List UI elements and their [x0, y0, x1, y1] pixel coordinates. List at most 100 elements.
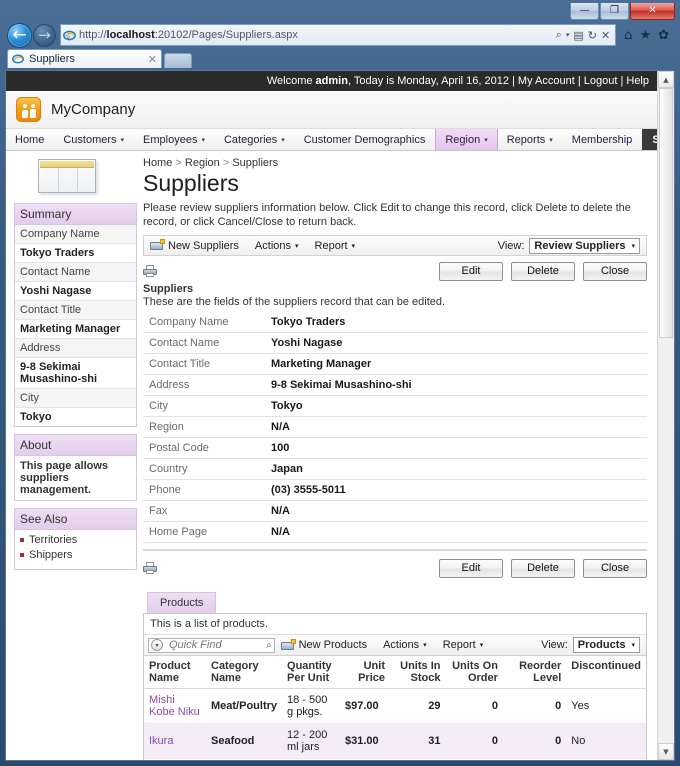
table-row: Contact Title Marketing Manager: [143, 353, 647, 375]
search-icon[interactable]: ⌕: [266, 640, 272, 651]
see-also-panel: See Also Territories Shippers: [14, 508, 137, 570]
home-icon[interactable]: ⌂: [624, 28, 632, 43]
column-header-units-on-order[interactable]: Units On Order: [445, 656, 503, 689]
products-toolbar: ▾ ⌕ New Products Actions ▾: [144, 635, 646, 656]
browser-tab[interactable]: Suppliers ✕: [7, 49, 162, 68]
products-view-dropdown[interactable]: Products ▾: [572, 637, 640, 653]
products-report-menu[interactable]: Report ▾: [435, 639, 492, 651]
compatibility-view-icon[interactable]: ▤: [573, 29, 583, 42]
scroll-up-button[interactable]: ▲: [658, 71, 674, 88]
column-header-discontinued[interactable]: Discontinued: [566, 656, 646, 689]
breadcrumb-item-home[interactable]: Home: [143, 157, 172, 169]
delete-button[interactable]: Delete: [511, 262, 575, 281]
forward-icon[interactable]: →: [33, 23, 56, 47]
product-link[interactable]: Ikura: [149, 735, 173, 747]
close-window-button[interactable]: ✕: [630, 3, 675, 20]
maximize-button[interactable]: ❐: [600, 3, 629, 20]
breadcrumb-item-region[interactable]: Region: [185, 157, 220, 169]
column-header-reorder-level[interactable]: Reorder Level: [502, 656, 567, 689]
column-header-unit-price[interactable]: Unit Price: [340, 656, 390, 689]
see-also-link: Shippers: [29, 549, 73, 561]
field-value: N/A: [265, 500, 647, 522]
product-link[interactable]: Mishi Kobe Niku: [149, 694, 200, 718]
nav-item-reports[interactable]: Reports ▾: [498, 129, 563, 150]
see-also-list: Territories Shippers: [15, 530, 136, 569]
new-record-icon: [280, 638, 296, 651]
back-icon[interactable]: ←: [7, 22, 32, 48]
delete-button[interactable]: Delete: [511, 559, 575, 578]
actions-label: Actions: [383, 639, 420, 651]
cell-product-name[interactable]: Ikura: [144, 723, 206, 759]
edit-button[interactable]: Edit: [439, 262, 503, 281]
scrollbar-thumb[interactable]: [659, 88, 673, 338]
table-row[interactable]: Mishi Kobe Niku Meat/Poultry 18 - 500 g …: [144, 688, 646, 724]
favorites-icon[interactable]: ★: [639, 28, 651, 43]
welcome-suffix: , Today is Monday, April 16, 2012 | My A…: [347, 75, 649, 87]
section-description: These are the fields of the suppliers re…: [143, 296, 446, 308]
column-header-product-name[interactable]: Product Name: [144, 656, 206, 689]
nav-item-home[interactable]: Home: [6, 129, 54, 150]
cell-product-name[interactable]: Longlife Tofu: [144, 758, 206, 760]
nav-item-membership[interactable]: Membership: [563, 129, 643, 150]
table-row[interactable]: Longlife Tofu Produce 5 kg pkg. $10.00 4…: [144, 758, 646, 760]
column-header-units-in-stock[interactable]: Units In Stock: [390, 656, 446, 689]
new-suppliers-button[interactable]: New Suppliers: [148, 239, 247, 252]
record-toolbar: New Suppliers Actions ▾ Report ▾ View: R…: [143, 235, 647, 256]
cell-product-name[interactable]: Mishi Kobe Niku: [144, 688, 206, 724]
field-label: Phone: [143, 479, 265, 501]
breadcrumb-item-suppliers[interactable]: Suppliers: [232, 157, 278, 169]
window-controls: — ❐ ✕: [569, 3, 675, 20]
summary-label: Contact Name: [15, 263, 136, 282]
print-icon[interactable]: [143, 265, 157, 277]
minimize-button[interactable]: —: [570, 3, 599, 20]
view-dropdown[interactable]: Review Suppliers ▾: [529, 237, 640, 254]
products-panel: This is a list of products. ▾ ⌕ New Prod…: [143, 613, 647, 760]
nav-item-categories[interactable]: Categories ▾: [215, 129, 295, 150]
nav-item-customers[interactable]: Customers ▾: [54, 129, 134, 150]
welcome-prefix: Welcome: [266, 75, 316, 87]
table-row: Fax N/A: [143, 500, 647, 522]
refresh-icon[interactable]: ↻: [588, 29, 597, 42]
close-button[interactable]: Close: [583, 559, 647, 578]
actions-menu-button[interactable]: Actions ▾: [247, 240, 307, 252]
scroll-down-button[interactable]: ▼: [658, 743, 674, 760]
report-menu-button[interactable]: Report ▾: [307, 240, 364, 252]
gear-icon[interactable]: ✿: [658, 28, 669, 43]
address-bar[interactable]: e http://localhost:20102/Pages/Suppliers…: [60, 24, 617, 46]
page-scrollbar[interactable]: ▲ ▼: [657, 71, 674, 760]
search-caret-icon[interactable]: ▾: [566, 31, 570, 39]
chevron-down-icon[interactable]: ▾: [151, 639, 163, 651]
table-row[interactable]: Ikura Seafood 12 - 200 ml jars $31.00 31…: [144, 723, 646, 759]
edit-button[interactable]: Edit: [439, 559, 503, 578]
tab-products[interactable]: Products: [147, 592, 217, 613]
column-header-quantity-per-unit[interactable]: Quantity Per Unit: [282, 656, 341, 689]
list-item[interactable]: Shippers: [20, 549, 131, 561]
chevron-down-icon: ▾: [484, 135, 488, 144]
tab-close-icon[interactable]: ✕: [148, 53, 157, 66]
column-header-category-name[interactable]: Category Name: [206, 656, 283, 689]
nav-item-customer-demographics[interactable]: Customer Demographics: [295, 129, 436, 150]
new-products-label: New Products: [298, 639, 368, 651]
summary-label: Address: [15, 339, 136, 358]
products-grid-body: Mishi Kobe Niku Meat/Poultry 18 - 500 g …: [144, 688, 646, 760]
products-actions-menu[interactable]: Actions ▾: [375, 639, 435, 651]
site-actions-menu[interactable]: Site Actions ▾: [642, 129, 657, 150]
field-value: N/A: [265, 416, 647, 438]
quick-find-input[interactable]: [167, 638, 262, 652]
stop-icon[interactable]: ✕: [601, 29, 610, 42]
list-item[interactable]: Territories: [20, 534, 131, 546]
nav-item-employees[interactable]: Employees ▾: [134, 129, 215, 150]
field-label: Address: [143, 374, 265, 396]
nav-item-region[interactable]: Region ▾: [435, 129, 498, 150]
field-label: Fax: [143, 500, 265, 522]
brand-name: MyCompany: [51, 101, 136, 118]
new-tab-button[interactable]: [164, 53, 192, 68]
new-products-button[interactable]: New Products: [280, 638, 375, 651]
search-icon[interactable]: ⌕: [556, 28, 562, 42]
close-button[interactable]: Close: [583, 262, 647, 281]
cell-category-name: Meat/Poultry: [206, 688, 283, 724]
scrollbar-track[interactable]: [658, 88, 674, 743]
summary-value: 9-8 Sekimai Musashino-shi: [15, 358, 136, 389]
supplier-detail-table: Company Name Tokyo Traders Contact Name …: [143, 312, 647, 543]
print-icon[interactable]: [143, 562, 157, 574]
